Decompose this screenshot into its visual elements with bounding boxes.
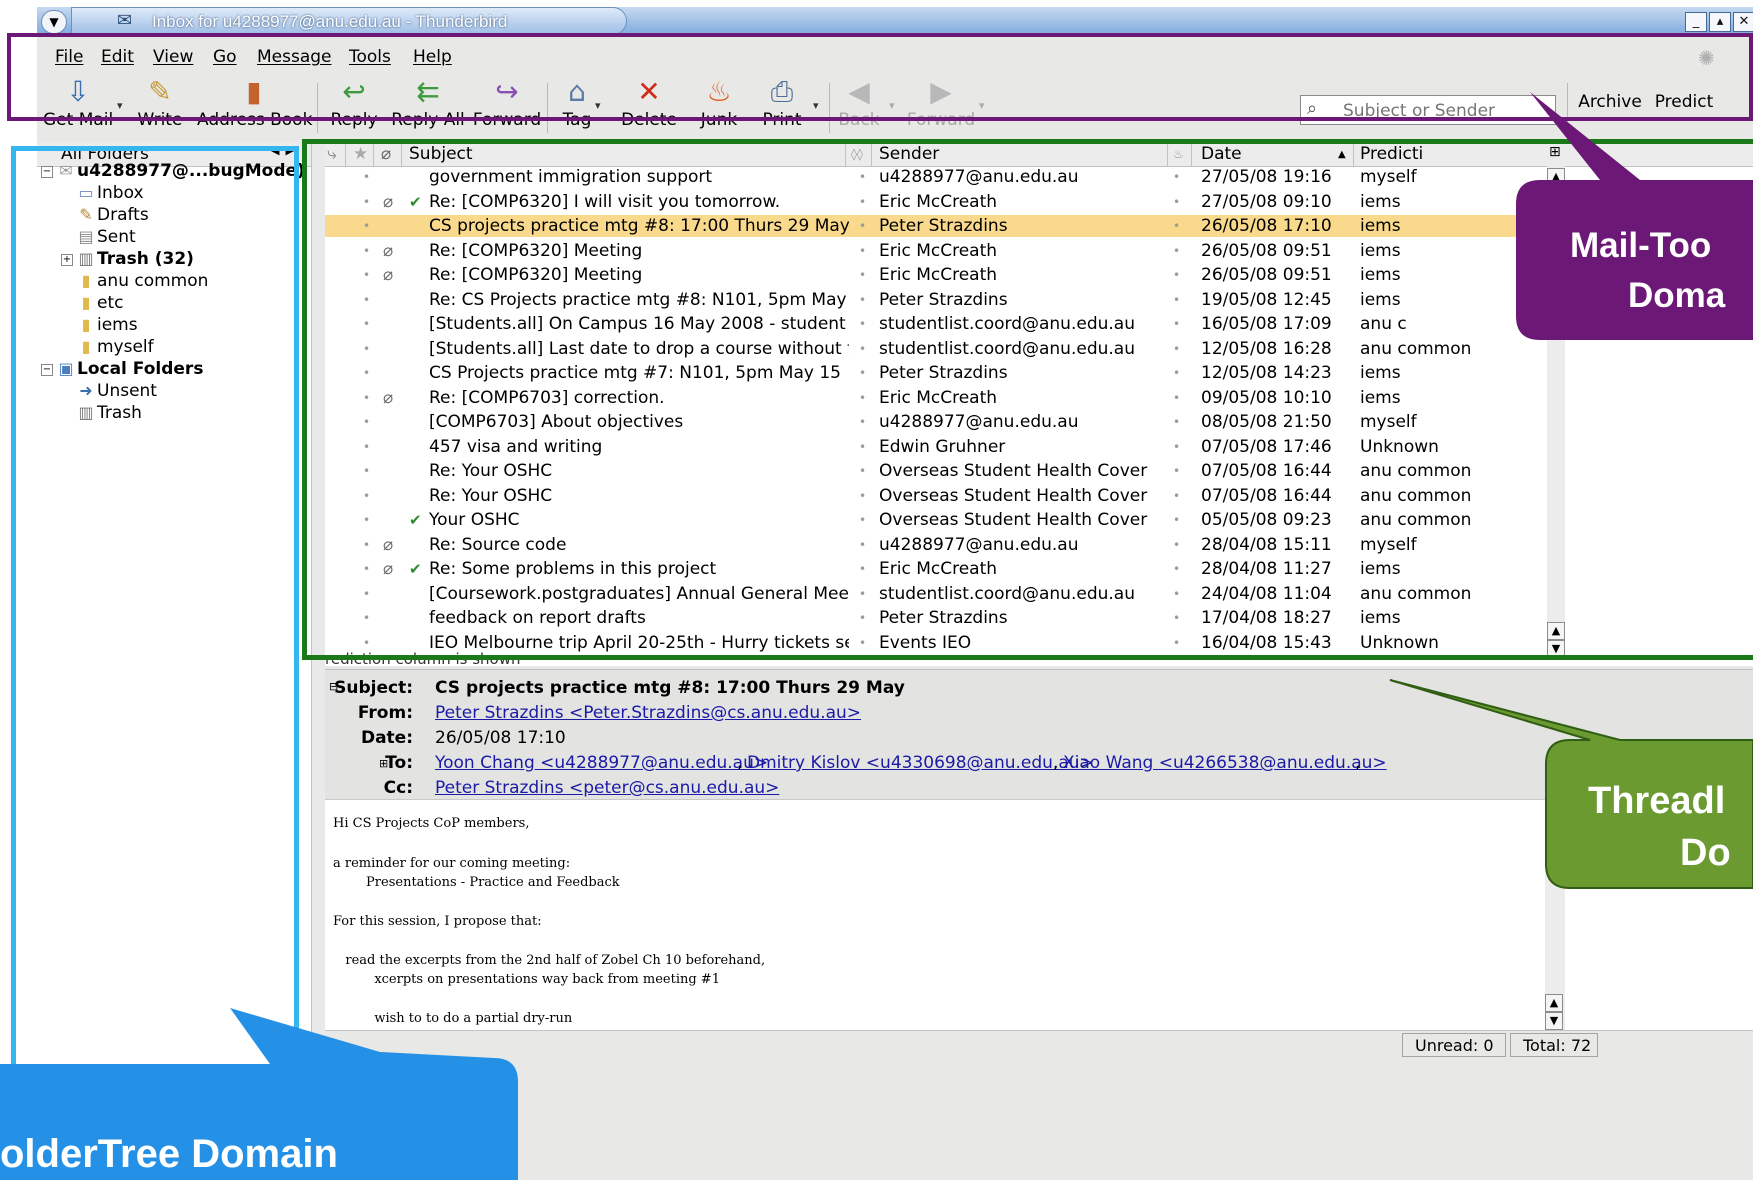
toolbar-callout-text-1: Mail-Too <box>1570 226 1712 265</box>
callouts <box>0 92 1753 1180</box>
thread-callout-text-1: Threadl <box>1588 780 1726 822</box>
toolbar-callout-text-2: Doma <box>1628 276 1726 315</box>
thread-callout-text-2: Do <box>1680 832 1731 874</box>
folder-callout-text: olderTree Domain <box>0 1132 338 1176</box>
